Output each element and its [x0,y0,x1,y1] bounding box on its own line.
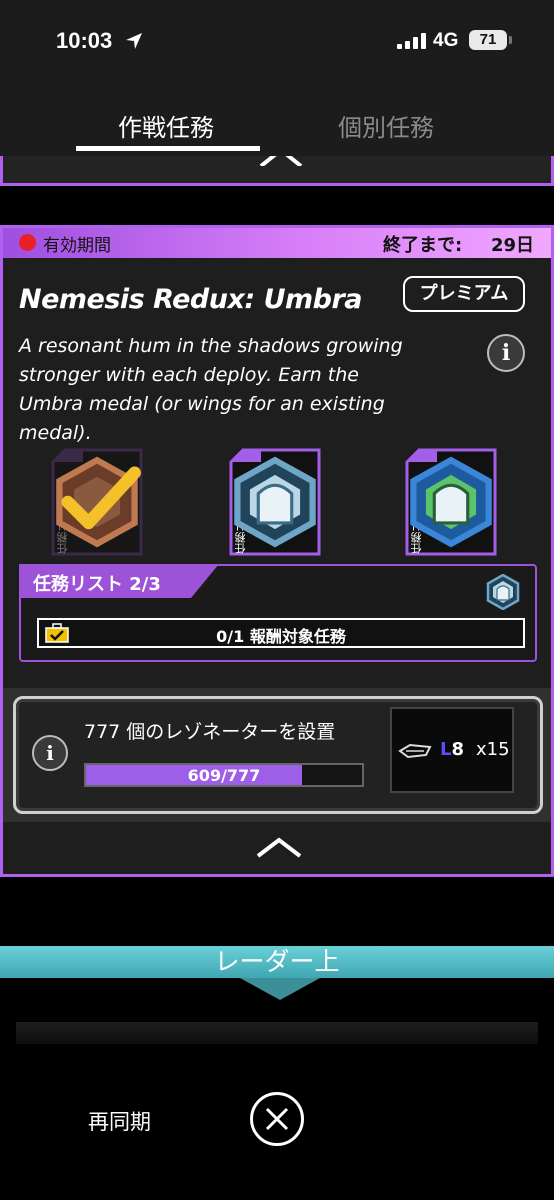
task-info-icon[interactable]: i [32,735,68,771]
resync-button[interactable]: 再同期 [88,1106,151,1136]
reward-level: L8 [440,739,464,760]
clock: 10:03 [56,28,113,53]
active-status-icon [19,234,36,251]
network-type: 4G [433,30,459,51]
mission-title: Nemesis Redux: Umbra [19,284,363,315]
info-icon[interactable]: i [487,334,525,372]
days-remaining: 29日 [491,235,535,256]
task-progress-text: 609/777 [187,766,261,785]
task-item[interactable]: i 777 個のレゾネーターを設置 609/777 L8 x15 [13,696,543,814]
radar-label: レーダー上 [214,947,340,976]
task-section: i 777 個のレゾネーターを設置 609/777 L8 x15 [3,688,551,822]
close-icon [265,1107,289,1131]
reward-tasks-label: 0/1 報酬対象任務 [216,627,346,646]
signal-icon [397,33,426,49]
time-remaining-label: 終了まで: [383,235,463,256]
chevron-up-icon[interactable] [259,156,303,166]
mission-list-progress: 任務リスト 2/3 0/1 報酬対象任務 [19,564,537,662]
current-medal-icon [486,574,520,610]
active-tab-indicator [76,146,260,151]
task-label: 777 個のレゾネーターを設置 [84,721,336,743]
radar-arrow-icon [240,978,320,1000]
close-button[interactable] [250,1092,304,1146]
location-arrow-icon [126,33,142,49]
bottom-bar: 再同期 [0,1044,554,1200]
task-reward: L8 x15 [390,707,514,793]
mission-list-tile-2[interactable]: 02 任務リスト [229,448,321,556]
task-progress-bar: 609/777 [84,763,364,787]
premium-badge: プレミアム [403,276,525,312]
mission-list-tile-1[interactable]: 01 任務リスト [51,448,143,556]
reward-level-prefix: L [440,739,452,760]
reward-quantity: x15 [476,739,510,760]
tab-operations[interactable]: 作戦任務 [118,108,214,143]
completed-medal-icon [56,456,141,548]
battery-icon: 71 [469,30,512,50]
tab-bar: 作戦任務 個別任務 [0,84,554,156]
mission-description: A resonant hum in the shadows growing st… [19,335,403,444]
reward-tasks-bar: 0/1 報酬対象任務 [37,618,525,648]
mission-header: 有効期間 終了まで: 29日 [3,228,551,258]
collapse-chevron-icon[interactable] [255,836,303,858]
status-bar: 10:03 4G 71 [0,0,554,84]
radar-banner: レーダー上 [0,946,554,978]
mission-card: 有効期間 終了まで: 29日 Nemesis Redux: Umbra プレミア… [0,225,554,877]
mission-list-tile-3[interactable]: 03 任務リスト [405,448,497,556]
battery-level: 71 [479,31,497,48]
reward-level-value: 8 [451,739,465,760]
resonator-icon [398,743,432,759]
radar-content-preview [16,1022,538,1046]
tab-individual[interactable]: 個別任務 [338,108,434,143]
umbra-medal-icon [234,456,316,548]
umbra-medal-variant-icon [410,456,492,548]
list-progress-label: 任務リスト 2/3 [33,574,161,595]
previous-mission-card [0,156,554,186]
active-period-label: 有効期間 [43,236,111,256]
